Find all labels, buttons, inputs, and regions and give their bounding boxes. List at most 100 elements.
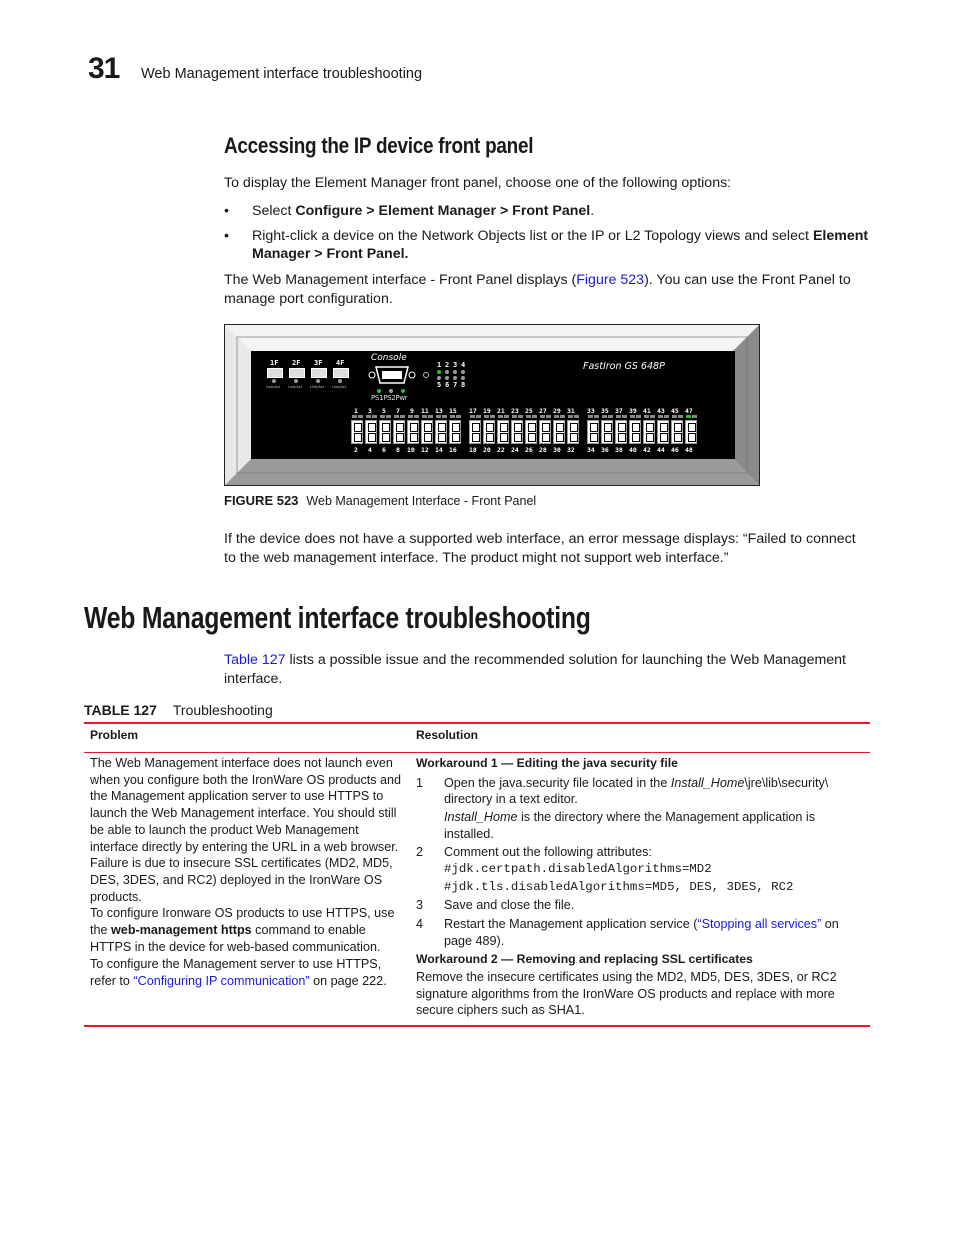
ethernet-port-pair[interactable]	[643, 420, 655, 444]
port-led	[372, 415, 377, 418]
ethernet-port-pair[interactable]	[671, 420, 683, 444]
ethernet-port-pair[interactable]	[629, 420, 641, 444]
uplink-port[interactable]	[311, 368, 327, 378]
ethernet-port-43[interactable]	[660, 423, 668, 432]
ethernet-port-23[interactable]	[514, 423, 522, 432]
ethernet-port-8[interactable]	[396, 433, 404, 442]
reset-button[interactable]	[423, 372, 429, 378]
ethernet-port-48[interactable]	[688, 433, 696, 442]
ethernet-port-40[interactable]	[632, 433, 640, 442]
port-led	[484, 415, 489, 418]
ethernet-port-46[interactable]	[674, 433, 682, 442]
ethernet-port-44[interactable]	[660, 433, 668, 442]
ethernet-port-pair[interactable]	[539, 420, 551, 444]
port-led	[358, 415, 363, 418]
ethernet-port-pair[interactable]	[435, 420, 447, 444]
ethernet-port-pair[interactable]	[497, 420, 509, 444]
ethernet-port-18[interactable]	[472, 433, 480, 442]
text: Save and close the file.	[444, 898, 575, 913]
section-heading-front-panel: Accessing the IP device front panel	[224, 133, 534, 158]
ethernet-port-34[interactable]	[590, 433, 598, 442]
ethernet-port-38[interactable]	[618, 433, 626, 442]
table-link[interactable]: Table 127	[224, 652, 286, 668]
ethernet-port-22[interactable]	[500, 433, 508, 442]
ethernet-port-17[interactable]	[472, 423, 480, 432]
ethernet-port-12[interactable]	[424, 433, 432, 442]
ethernet-port-9[interactable]	[410, 423, 418, 432]
ethernet-port-pair[interactable]	[553, 420, 565, 444]
ethernet-port-41[interactable]	[646, 423, 654, 432]
ethernet-port-pair[interactable]	[483, 420, 495, 444]
ethernet-port-3[interactable]	[368, 423, 376, 432]
ethernet-port-32[interactable]	[570, 433, 578, 442]
figure-title: Web Management Interface - Front Panel	[306, 494, 537, 508]
ethernet-port-35[interactable]	[604, 423, 612, 432]
ethernet-port-10[interactable]	[410, 433, 418, 442]
ethernet-port-14[interactable]	[438, 433, 446, 442]
ethernet-port-6[interactable]	[382, 433, 390, 442]
ethernet-port-pair[interactable]	[587, 420, 599, 444]
port-number: 21	[497, 407, 505, 415]
ethernet-port-37[interactable]	[618, 423, 626, 432]
ethernet-port-4[interactable]	[368, 433, 376, 442]
ethernet-port-pair[interactable]	[393, 420, 405, 444]
uplink-port[interactable]	[333, 368, 349, 378]
ethernet-port-pair[interactable]	[601, 420, 613, 444]
ethernet-port-28[interactable]	[542, 433, 550, 442]
ethernet-port-pair[interactable]	[449, 420, 461, 444]
ethernet-port-45[interactable]	[674, 423, 682, 432]
port-number: 48	[685, 446, 693, 454]
ethernet-port-15[interactable]	[452, 423, 460, 432]
ethernet-port-36[interactable]	[604, 433, 612, 442]
uplink-port[interactable]	[267, 368, 283, 378]
ethernet-port-pair[interactable]	[511, 420, 523, 444]
figure-link[interactable]: Figure 523	[576, 272, 644, 288]
ethernet-port-pair[interactable]	[407, 420, 419, 444]
ethernet-port-11[interactable]	[424, 423, 432, 432]
ethernet-port-27[interactable]	[542, 423, 550, 432]
ethernet-port-20[interactable]	[486, 433, 494, 442]
ethernet-port-1[interactable]	[354, 423, 362, 432]
ethernet-port-pair[interactable]	[685, 420, 697, 444]
ethernet-port-31[interactable]	[570, 423, 578, 432]
table-title: Troubleshooting	[172, 702, 273, 718]
ethernet-port-13[interactable]	[438, 423, 446, 432]
ethernet-port-pair[interactable]	[379, 420, 391, 444]
ethernet-port-24[interactable]	[514, 433, 522, 442]
ethernet-port-21[interactable]	[500, 423, 508, 432]
ethernet-port-47[interactable]	[688, 423, 696, 432]
para-text: The Web Management interface - Front Pan…	[224, 272, 577, 288]
ethernet-port-pair[interactable]	[351, 420, 363, 444]
ethernet-port-16[interactable]	[452, 433, 460, 442]
option-item: • Right-click a device on the Network Ob…	[224, 227, 874, 264]
ethernet-port-pair[interactable]	[657, 420, 669, 444]
ethernet-port-pair[interactable]	[615, 420, 627, 444]
ethernet-port-42[interactable]	[646, 433, 654, 442]
port-number: 27	[539, 407, 547, 415]
port-led	[650, 415, 655, 418]
ethernet-port-pair[interactable]	[365, 420, 377, 444]
ethernet-port-2[interactable]	[354, 433, 362, 442]
ethernet-port-pair[interactable]	[567, 420, 579, 444]
port-number: 3	[368, 407, 372, 415]
ethernet-port-pair[interactable]	[421, 420, 433, 444]
uplink-port[interactable]	[289, 368, 305, 378]
code-line: #jdk.certpath.disabledAlgorithms=MD2	[444, 862, 712, 877]
console-port-icon[interactable]	[368, 363, 418, 387]
port-led	[664, 415, 669, 418]
ethernet-port-33[interactable]	[590, 423, 598, 432]
ethernet-port-26[interactable]	[528, 433, 536, 442]
ethernet-port-25[interactable]	[528, 423, 536, 432]
stopping-services-link[interactable]: “Stopping all services”	[697, 917, 821, 931]
device-panel: 1F Link/Act 2F Link/Act 3F Link/Act 4F Link/Act…	[251, 351, 735, 459]
port-number: 4	[368, 446, 372, 454]
ethernet-port-pair[interactable]	[525, 420, 537, 444]
ethernet-port-7[interactable]	[396, 423, 404, 432]
ethernet-port-pair[interactable]	[469, 420, 481, 444]
configuring-ip-link[interactable]: “Configuring IP communication”	[133, 974, 309, 988]
ethernet-port-39[interactable]	[632, 423, 640, 432]
ethernet-port-5[interactable]	[382, 423, 390, 432]
ethernet-port-29[interactable]	[556, 423, 564, 432]
ethernet-port-30[interactable]	[556, 433, 564, 442]
ethernet-port-19[interactable]	[486, 423, 494, 432]
